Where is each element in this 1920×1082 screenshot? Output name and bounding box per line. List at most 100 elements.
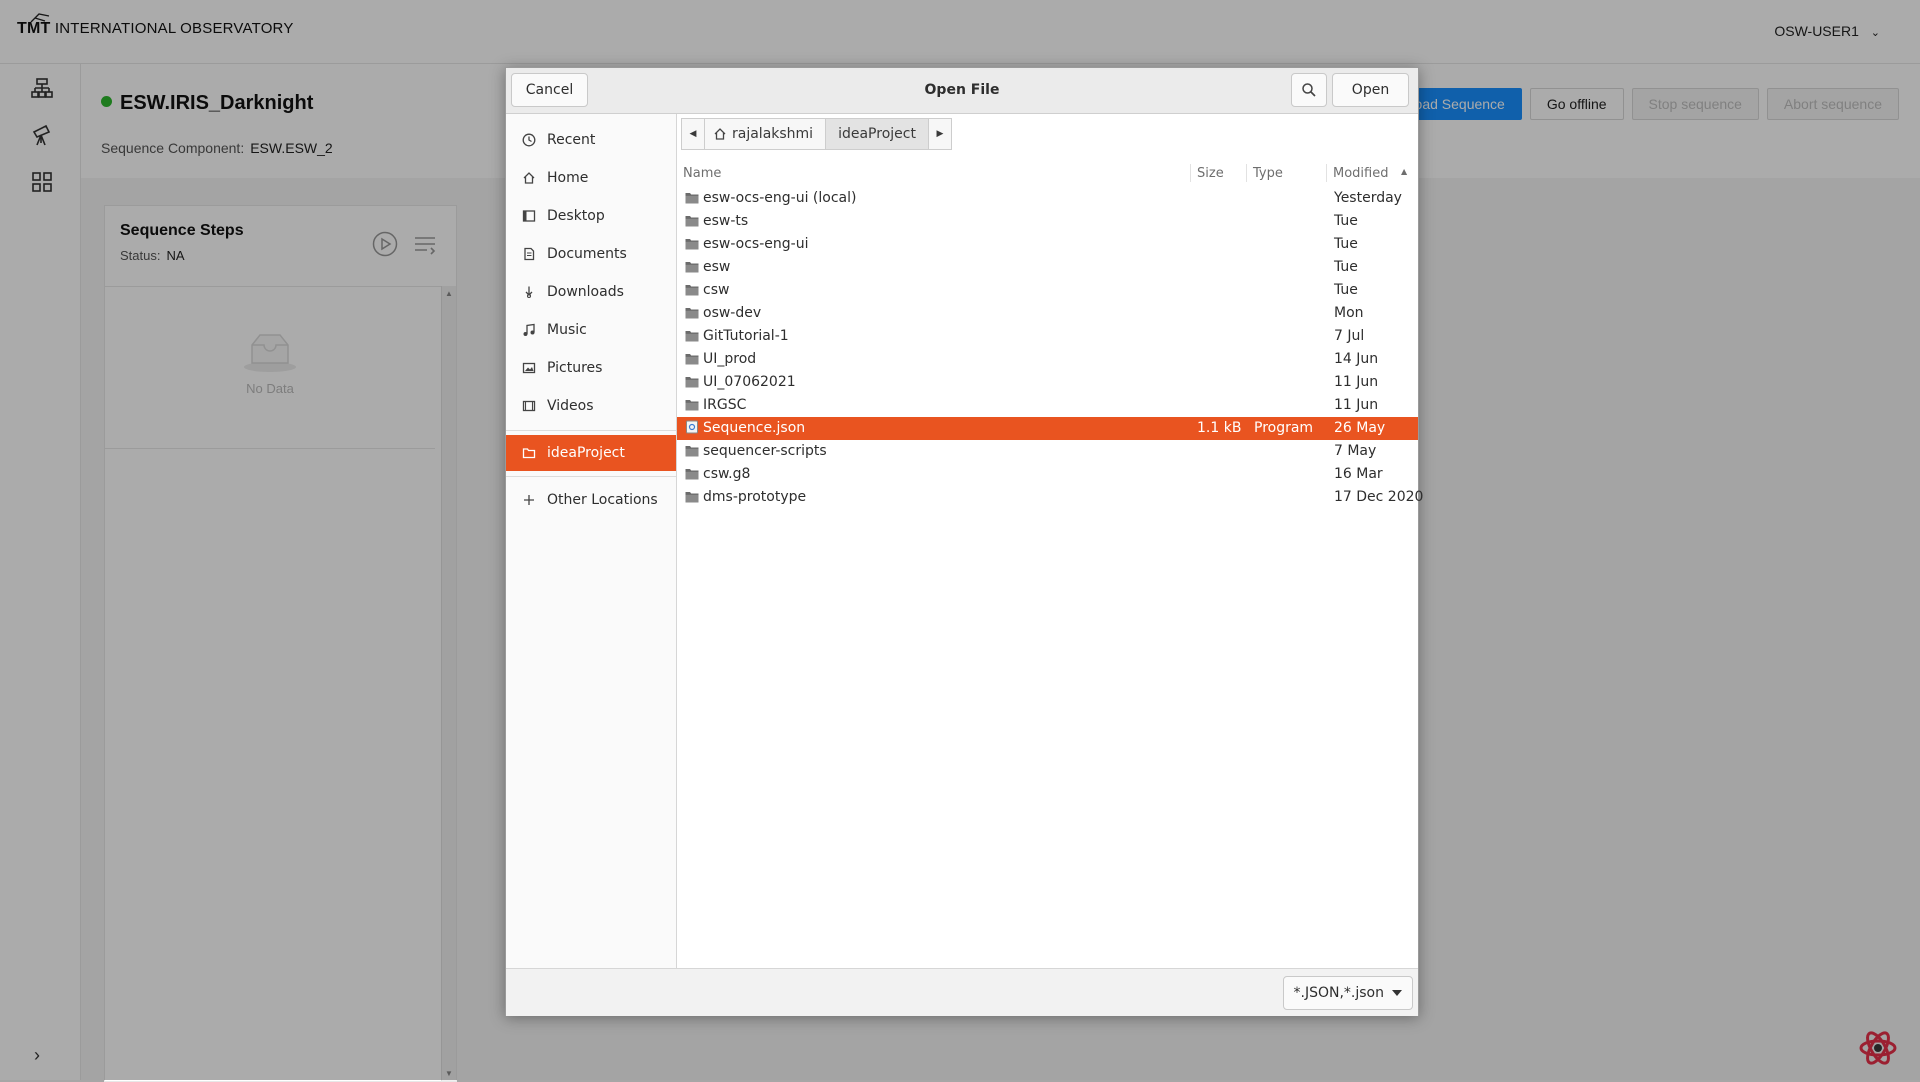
column-separator: [1246, 164, 1247, 182]
brand-text: INTERNATIONAL OBSERVATORY: [54, 20, 294, 37]
place-label: Home: [547, 170, 589, 186]
column-modified[interactable]: Modified: [1333, 166, 1388, 181]
path-forward-button[interactable]: ▶: [927, 118, 952, 150]
reorder-icon[interactable]: [412, 231, 438, 257]
file-modified: Mon: [1334, 305, 1364, 321]
place-documents[interactable]: Documents: [506, 237, 676, 271]
place-label: Music: [547, 322, 587, 338]
file-name: csw.g8: [703, 466, 751, 482]
file-modified: Tue: [1334, 259, 1358, 275]
divider: [105, 286, 456, 287]
divider: [105, 448, 435, 449]
file-row[interactable]: osw-dev Mon: [677, 302, 1418, 325]
status-value: NA: [166, 248, 185, 263]
document-icon: [524, 247, 535, 261]
column-type[interactable]: Type: [1253, 166, 1283, 181]
file-row[interactable]: csw Tue: [677, 279, 1418, 302]
place-music[interactable]: Music: [506, 313, 676, 347]
stop-sequence-button[interactable]: Stop sequence: [1631, 88, 1759, 120]
play-icon[interactable]: [372, 231, 398, 257]
file-icon: [686, 420, 698, 434]
column-separator: [1326, 164, 1327, 182]
file-row[interactable]: Sequence.json 1.1 kB Program 26 May: [677, 417, 1418, 440]
column-size[interactable]: Size: [1197, 166, 1224, 181]
place-recent[interactable]: Recent: [506, 123, 676, 157]
file-modified: 11 Jun: [1334, 374, 1379, 390]
file-row[interactable]: sequencer-scripts 7 May: [677, 440, 1418, 463]
react-devtools-icon[interactable]: [1858, 1028, 1898, 1068]
place-desktop[interactable]: Desktop: [506, 199, 676, 233]
file-modified: 16 Mar: [1334, 466, 1383, 482]
dialog-title: Open File: [924, 82, 1000, 98]
desktop-icon: [522, 210, 536, 222]
file-row[interactable]: GitTutorial-1 7 Jul: [677, 325, 1418, 348]
file-modified: Tue: [1334, 236, 1358, 252]
place-home[interactable]: Home: [506, 161, 676, 195]
place-label: Other Locations: [547, 492, 658, 508]
place-label: Desktop: [547, 208, 605, 224]
scroll-down-arrow-icon[interactable]: ▼: [445, 1069, 453, 1078]
file-row[interactable]: UI_07062021 11 Jun: [677, 371, 1418, 394]
file-name: UI_07062021: [703, 374, 796, 390]
place-downloads[interactable]: Downloads: [506, 275, 676, 309]
file-type-filter[interactable]: *.JSON,*.json: [1282, 976, 1413, 1010]
column-name[interactable]: Name: [683, 166, 721, 181]
abort-sequence-button[interactable]: Abort sequence: [1766, 88, 1899, 120]
download-icon: [525, 286, 533, 299]
file-row[interactable]: UI_prod 14 Jun: [677, 348, 1418, 371]
music-icon: [523, 323, 535, 336]
file-row[interactable]: IRGSC 11 Jun: [677, 394, 1418, 417]
hierarchy-icon[interactable]: [30, 76, 54, 100]
empty-state-text: No Data: [246, 381, 294, 396]
telescope-icon[interactable]: [30, 123, 54, 147]
sequence-component-label: Sequence Component:: [101, 140, 245, 156]
user-name: OSW-USER1: [1774, 23, 1859, 39]
file-list: Name Size Type Modified ▲ esw-ocs-eng-ui…: [677, 161, 1423, 968]
path-segment-current[interactable]: ideaProject: [825, 118, 929, 150]
file-row[interactable]: esw-ocs-eng-ui (local) Yesterday: [677, 187, 1418, 210]
folder-icon: [685, 469, 699, 480]
steps-scrollbar[interactable]: ▲ ▼: [441, 286, 456, 1081]
file-row[interactable]: esw Tue: [677, 256, 1418, 279]
folder-icon: [685, 239, 699, 250]
path-back-button[interactable]: ◀: [681, 118, 705, 150]
folder-icon: [685, 400, 699, 411]
path-bar: ◀ rajalakshmi ideaProject ▶: [681, 118, 952, 150]
file-row[interactable]: dms-prototype 17 Dec 2020: [677, 486, 1423, 509]
file-modified: Tue: [1334, 282, 1358, 298]
scroll-up-arrow-icon[interactable]: ▲: [445, 289, 453, 298]
status-label: Status:: [120, 248, 161, 263]
side-navigation: ›: [0, 64, 81, 1080]
file-row[interactable]: esw-ts Tue: [677, 210, 1418, 233]
file-row[interactable]: esw-ocs-eng-ui Tue: [677, 233, 1418, 256]
go-offline-button[interactable]: Go offline: [1529, 88, 1624, 120]
place-ideaproject[interactable]: ideaProject: [506, 435, 676, 471]
file-type: Program: [1254, 420, 1314, 436]
place-pictures[interactable]: Pictures: [506, 351, 676, 385]
open-file-dialog: Cancel Open File Open Recent Home Deskto…: [505, 67, 1423, 1016]
empty-state: No Data: [105, 331, 435, 396]
folder-icon: [685, 285, 699, 296]
user-menu[interactable]: OSW-USER1 ⌄: [1774, 23, 1880, 39]
file-name: sequencer-scripts: [703, 443, 827, 459]
search-button[interactable]: [1291, 73, 1327, 107]
file-list-header: Name Size Type Modified ▲: [677, 161, 1418, 185]
path-segment-home[interactable]: rajalakshmi: [704, 118, 827, 150]
expand-sidebar-icon[interactable]: ›: [34, 1045, 40, 1066]
sequence-steps-title: Sequence Steps: [120, 222, 244, 239]
plus-icon: [524, 495, 534, 505]
dropdown-caret-icon: [1392, 990, 1402, 996]
search-icon: [1302, 83, 1316, 97]
path-segment-label: ideaProject: [838, 126, 916, 142]
file-size: 1.1 kB: [1197, 420, 1242, 436]
place-videos[interactable]: Videos: [506, 389, 676, 423]
folder-icon: [685, 354, 699, 365]
grid-icon[interactable]: [30, 170, 54, 194]
cancel-button[interactable]: Cancel: [511, 73, 588, 107]
sequencer-title-text: ESW.IRIS_Darknight: [120, 92, 314, 114]
open-button[interactable]: Open: [1332, 73, 1409, 107]
place-other-locations[interactable]: Other Locations: [506, 483, 676, 517]
chevron-down-icon: ⌄: [1870, 27, 1880, 39]
file-row[interactable]: csw.g8 16 Mar: [677, 463, 1418, 486]
folder-icon: [685, 308, 699, 319]
